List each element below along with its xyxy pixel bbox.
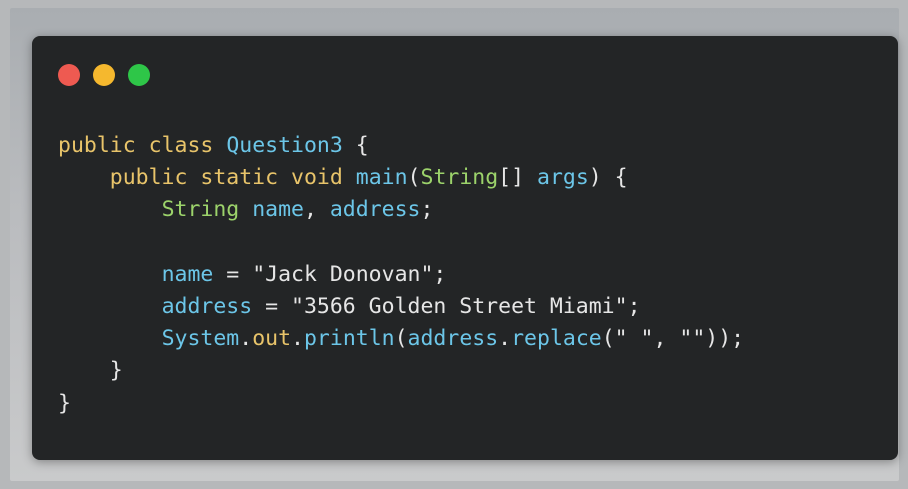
code-token: public: [58, 133, 136, 158]
code-token: ;: [627, 293, 641, 319]
code-line: address = "3566 Golden Street Miami";: [58, 291, 744, 323]
code-token: public: [109, 165, 188, 191]
code-token: ;: [433, 261, 447, 287]
code-token: name: [161, 261, 214, 287]
code-token: address: [329, 197, 421, 223]
code-token: (: [407, 165, 421, 191]
code-line: }: [58, 355, 744, 387]
code-token: "": [679, 326, 706, 352]
code-token: ,: [653, 326, 680, 352]
code-token: " ": [614, 326, 654, 352]
minimize-button[interactable]: [93, 64, 115, 86]
code-token: .: [498, 326, 512, 352]
maximize-button[interactable]: [128, 64, 150, 86]
code-token: address: [161, 293, 253, 319]
code-token: .: [291, 326, 304, 352]
code-token: Question3: [226, 133, 343, 158]
code-token: "3566 Golden Street Miami": [291, 293, 628, 319]
code-token: (: [394, 326, 408, 352]
code-block: public class Question3 { public static v…: [58, 130, 744, 420]
code-line: System.out.println(address.replace(" ", …: [58, 323, 745, 355]
code-token: String: [420, 165, 499, 191]
code-line: public static void main(String[] args) {: [58, 162, 744, 194]
code-token: }: [58, 390, 71, 416]
code-token: println: [303, 326, 395, 352]
code-token: address: [407, 326, 499, 352]
code-token: }: [109, 358, 123, 384]
code-token: ) {: [588, 165, 628, 191]
code-line: public class Question3 {: [58, 130, 744, 162]
code-token: =: [252, 293, 292, 319]
code-token: static: [200, 165, 279, 191]
code-window: public class Question3 { public static v…: [32, 36, 898, 460]
close-button[interactable]: [58, 64, 80, 86]
code-token: "Jack Donovan": [252, 261, 434, 287]
code-token: ,: [303, 197, 330, 223]
code-token: class: [148, 133, 214, 158]
window-controls: [58, 64, 150, 86]
code-token: main: [355, 165, 408, 191]
code-token: (: [601, 326, 615, 352]
code-token: ));: [705, 326, 745, 352]
code-token: .: [239, 326, 253, 352]
code-token: []: [498, 165, 538, 191]
code-line: name = "Jack Donovan";: [58, 259, 744, 291]
code-token: out: [252, 326, 292, 352]
code-token: =: [213, 261, 253, 287]
code-line: String name, address;: [58, 194, 744, 226]
code-token: ;: [420, 197, 434, 223]
code-token: void: [291, 165, 343, 191]
code-token: args: [537, 165, 589, 191]
code-token: replace: [511, 326, 602, 352]
code-token: String: [161, 197, 240, 223]
code-token: name: [252, 197, 304, 223]
code-token: System: [161, 326, 240, 352]
code-line: }: [58, 388, 744, 420]
code-token: {: [342, 133, 369, 158]
